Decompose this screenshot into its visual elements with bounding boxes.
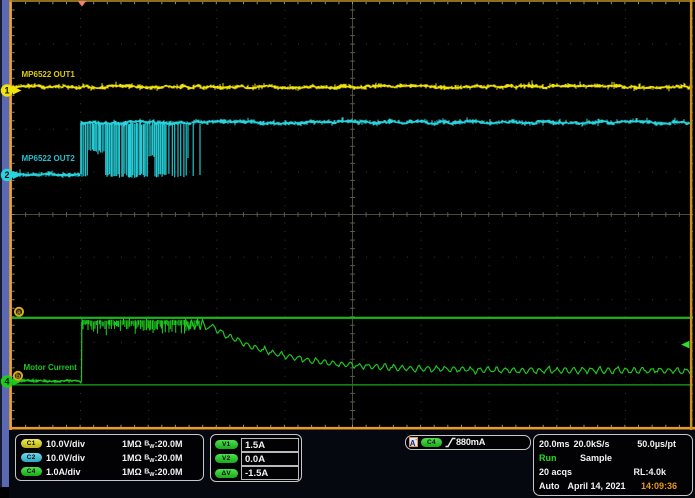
svg-text:MP6522 OUT2: MP6522 OUT2 (22, 154, 76, 163)
svg-text:b: b (16, 374, 20, 381)
svg-text:MP6522 OUT1: MP6522 OUT1 (22, 70, 76, 79)
svg-text:a: a (17, 310, 21, 317)
svg-text:1: 1 (4, 86, 9, 96)
svg-text:2: 2 (4, 170, 9, 180)
svg-text:Motor Current: Motor Current (24, 363, 78, 372)
svg-text:4: 4 (4, 377, 9, 387)
